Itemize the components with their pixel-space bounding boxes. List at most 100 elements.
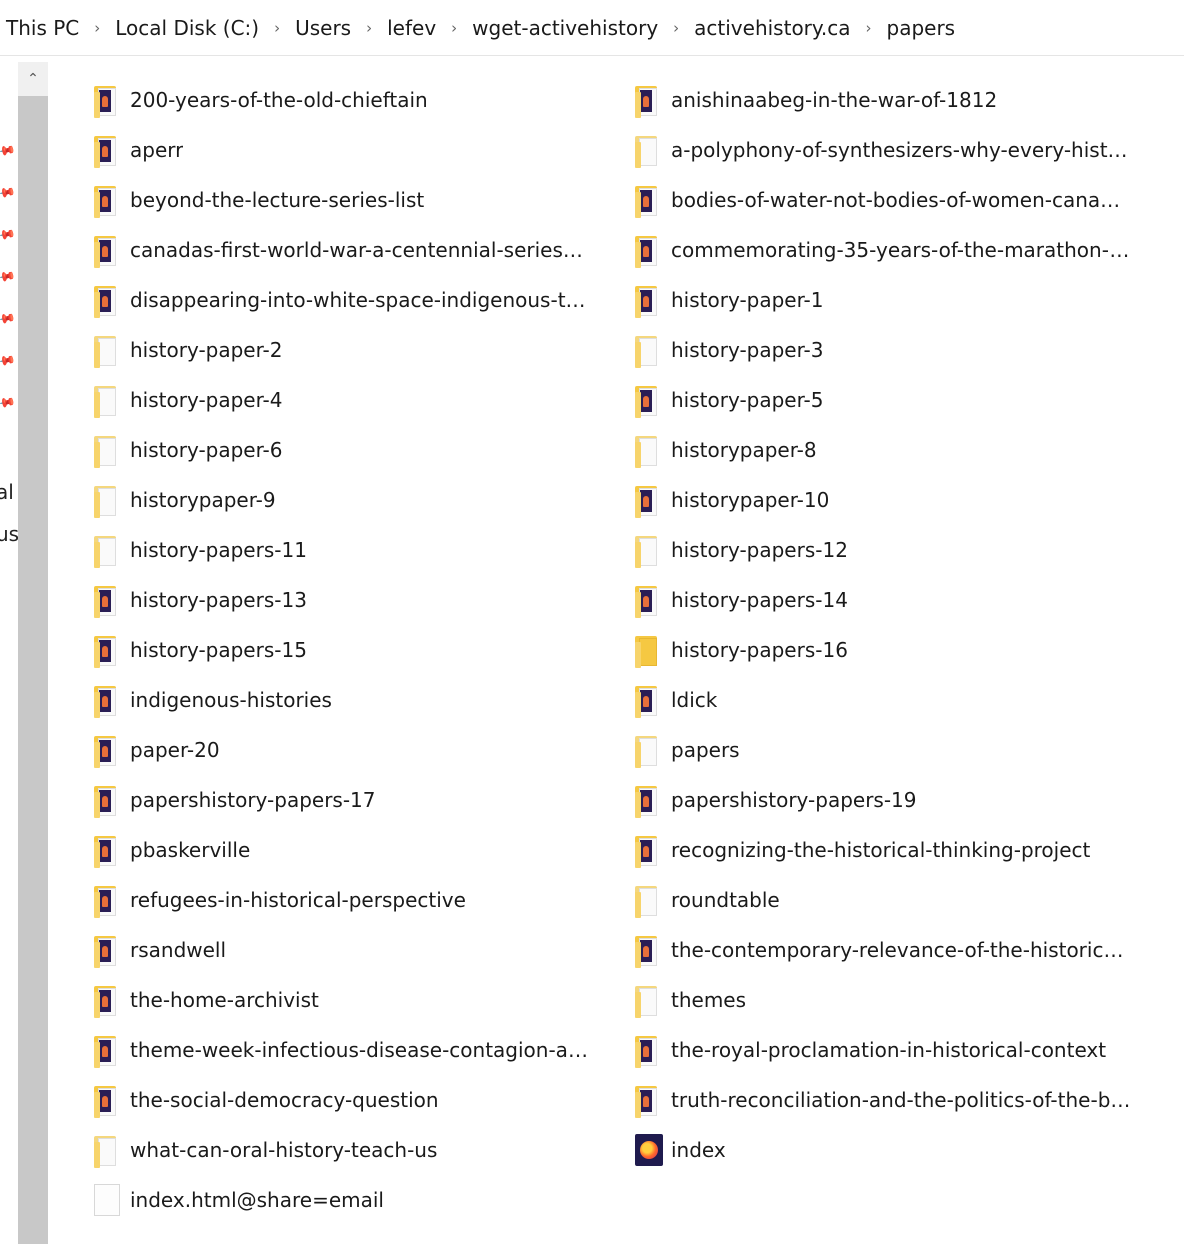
folder-icon — [631, 730, 671, 770]
list-item[interactable]: what-can-oral-history-teach-us — [90, 1125, 631, 1175]
list-item[interactable]: canadas-first-world-war-a-centennial-ser… — [90, 225, 631, 275]
folder-icon — [631, 1030, 671, 1070]
list-item[interactable]: truth-reconciliation-and-the-politics-of… — [631, 1075, 1172, 1125]
list-item[interactable]: history-paper-6 — [90, 425, 631, 475]
item-name: history-paper-5 — [671, 388, 824, 412]
list-item[interactable]: history-papers-13 — [90, 575, 631, 625]
list-item[interactable]: indigenous-histories — [90, 675, 631, 725]
folder-icon — [90, 630, 130, 670]
list-item[interactable]: ldick — [631, 675, 1172, 725]
item-name: canadas-first-world-war-a-centennial-ser… — [130, 238, 590, 262]
folder-icon — [631, 1080, 671, 1120]
item-name: ldick — [671, 688, 718, 712]
list-item[interactable]: history-papers-16 — [631, 625, 1172, 675]
list-item[interactable]: aperr — [90, 125, 631, 175]
item-name: beyond-the-lecture-series-list — [130, 188, 425, 212]
list-item[interactable]: index — [631, 1125, 1172, 1175]
list-item[interactable]: the-social-democracy-question — [90, 1075, 631, 1125]
chevron-right-icon[interactable]: › — [263, 19, 291, 37]
list-item[interactable]: historypaper-9 — [90, 475, 631, 525]
folder-icon — [90, 330, 130, 370]
folder-icon — [90, 980, 130, 1020]
breadcrumb: This PC › Local Disk (C:) › Users › lefev › wget… — [0, 0, 1184, 56]
item-name: history-paper-6 — [130, 438, 283, 462]
list-item[interactable]: historypaper-8 — [631, 425, 1172, 475]
list-item[interactable]: history-papers-11 — [90, 525, 631, 575]
folder-icon — [631, 130, 671, 170]
list-item[interactable]: themes — [631, 975, 1172, 1025]
list-item[interactable]: history-paper-2 — [90, 325, 631, 375]
list-item[interactable]: index.html@share=email — [90, 1175, 631, 1225]
item-name: index.html@share=email — [130, 1188, 384, 1212]
item-name: 200-years-of-the-old-chieftain — [130, 88, 428, 112]
list-item[interactable]: papers — [631, 725, 1172, 775]
list-item[interactable]: history-paper-3 — [631, 325, 1172, 375]
folder-icon — [90, 280, 130, 320]
list-item[interactable]: theme-week-infectious-disease-contagion-… — [90, 1025, 631, 1075]
breadcrumb-item[interactable]: lefev — [383, 16, 440, 40]
list-item[interactable]: pbaskerville — [90, 825, 631, 875]
list-item[interactable]: history-paper-5 — [631, 375, 1172, 425]
list-item[interactable]: history-paper-1 — [631, 275, 1172, 325]
item-name: theme-week-infectious-disease-contagion-… — [130, 1038, 590, 1062]
item-name: history-papers-11 — [130, 538, 307, 562]
vertical-scrollbar[interactable]: ⌃ — [18, 62, 48, 1244]
list-item[interactable]: history-paper-4 — [90, 375, 631, 425]
pin-icon: 📌 — [0, 266, 17, 289]
folder-icon — [631, 830, 671, 870]
list-item[interactable]: history-papers-14 — [631, 575, 1172, 625]
list-item[interactable]: papershistory-papers-17 — [90, 775, 631, 825]
item-name: papers — [671, 738, 740, 762]
breadcrumb-item[interactable]: Users — [291, 16, 355, 40]
list-item[interactable]: commemorating-35-years-of-the-marathon-o… — [631, 225, 1172, 275]
breadcrumb-item[interactable]: papers — [883, 16, 960, 40]
list-item[interactable]: roundtable — [631, 875, 1172, 925]
list-item[interactable]: a-polyphony-of-synthesizers-why-every-hi… — [631, 125, 1172, 175]
list-item[interactable]: disappearing-into-white-space-indigenous… — [90, 275, 631, 325]
list-item[interactable]: papershistory-papers-19 — [631, 775, 1172, 825]
item-name: historypaper-8 — [671, 438, 817, 462]
folder-icon — [90, 530, 130, 570]
chevron-right-icon[interactable]: › — [440, 19, 468, 37]
chevron-right-icon[interactable]: › — [83, 19, 111, 37]
folder-icon — [631, 680, 671, 720]
list-item[interactable]: rsandwell — [90, 925, 631, 975]
list-item[interactable]: bodies-of-water-not-bodies-of-women-cana… — [631, 175, 1172, 225]
folder-icon — [90, 930, 130, 970]
breadcrumb-item[interactable]: Local Disk (C:) — [111, 16, 263, 40]
folder-icon — [631, 930, 671, 970]
breadcrumb-item[interactable]: activehistory.ca — [690, 16, 854, 40]
scroll-up-button[interactable]: ⌃ — [18, 62, 48, 96]
list-item[interactable]: recognizing-the-historical-thinking-proj… — [631, 825, 1172, 875]
file-list: 200-years-of-the-old-chieftain anishinaab… — [90, 75, 1172, 1225]
item-name: papershistory-papers-17 — [130, 788, 376, 812]
nav-item-partial[interactable]: al — [0, 480, 14, 504]
chevron-right-icon[interactable]: › — [662, 19, 690, 37]
list-item[interactable]: historypaper-10 — [631, 475, 1172, 525]
chevron-right-icon[interactable]: › — [355, 19, 383, 37]
item-name: roundtable — [671, 888, 780, 912]
breadcrumb-item[interactable]: wget-activehistory — [468, 16, 662, 40]
folder-icon — [90, 230, 130, 270]
nav-item-partial[interactable]: us — [0, 522, 18, 546]
list-item[interactable]: history-papers-15 — [90, 625, 631, 675]
list-item[interactable]: paper-20 — [90, 725, 631, 775]
chevron-right-icon[interactable]: › — [855, 19, 883, 37]
item-name: anishinaabeg-in-the-war-of-1812 — [671, 88, 998, 112]
list-item[interactable]: the-home-archivist — [90, 975, 631, 1025]
item-name: recognizing-the-historical-thinking-proj… — [671, 838, 1091, 862]
item-name: papershistory-papers-19 — [671, 788, 917, 812]
breadcrumb-item[interactable]: This PC — [0, 16, 83, 40]
list-item[interactable]: 200-years-of-the-old-chieftain — [90, 75, 631, 125]
list-item[interactable]: the-royal-proclamation-in-historical-con… — [631, 1025, 1172, 1075]
item-name: history-paper-4 — [130, 388, 283, 412]
list-item[interactable]: history-papers-12 — [631, 525, 1172, 575]
list-item[interactable]: beyond-the-lecture-series-list — [90, 175, 631, 225]
item-name: aperr — [130, 138, 184, 162]
folder-icon — [631, 880, 671, 920]
folder-icon — [631, 180, 671, 220]
item-name: history-papers-12 — [671, 538, 848, 562]
list-item[interactable]: anishinaabeg-in-the-war-of-1812 — [631, 75, 1172, 125]
list-item[interactable]: the-contemporary-relevance-of-the-histor… — [631, 925, 1172, 975]
list-item[interactable]: refugees-in-historical-perspective — [90, 875, 631, 925]
